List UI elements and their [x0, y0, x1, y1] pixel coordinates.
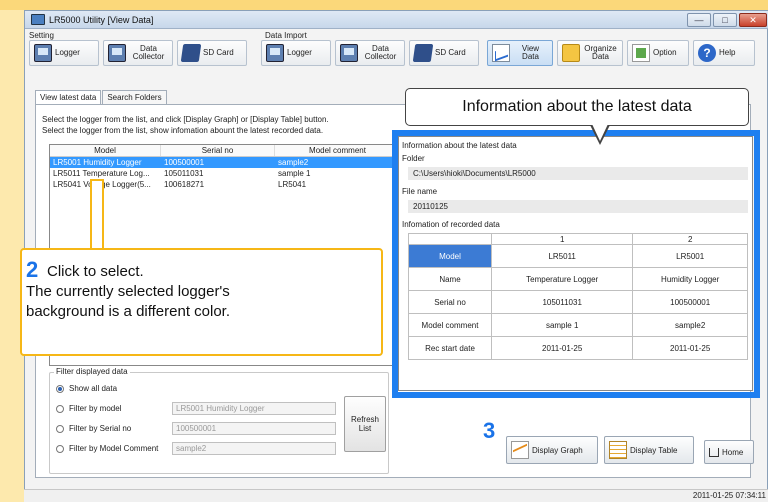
- import-collector-button[interactable]: Data Collector: [335, 40, 405, 66]
- setting-group-label: Setting: [29, 31, 54, 40]
- step2-number: 2: [26, 257, 39, 282]
- filter-serial-radio[interactable]: Filter by Serial no: [56, 424, 131, 433]
- step2-line-2: The currently selected logger's: [26, 283, 230, 300]
- organize-data-button[interactable]: Organize Data: [557, 40, 623, 66]
- import-collector-icon: [340, 44, 358, 62]
- list-header: Model Serial no Model comment: [50, 145, 401, 157]
- home-button[interactable]: Home: [704, 440, 754, 464]
- import-sd-card-icon: [412, 44, 434, 62]
- serial-select[interactable]: 100500001: [172, 422, 336, 435]
- data-import-group-label: Data Import: [265, 31, 307, 40]
- radio: [56, 424, 64, 433]
- help-button[interactable]: ? Help: [693, 40, 755, 66]
- sd-card-button[interactable]: SD Card: [177, 40, 247, 66]
- data-collector-button[interactable]: Data Collector: [103, 40, 173, 66]
- col-serial[interactable]: Serial no: [161, 145, 275, 156]
- view-data-icon: [492, 44, 510, 62]
- close-button[interactable]: ✕: [739, 13, 767, 27]
- option-button[interactable]: Option: [627, 40, 689, 66]
- col-model[interactable]: Model: [50, 145, 161, 156]
- table-icon: [609, 441, 627, 459]
- logger-button[interactable]: Logger: [29, 40, 99, 66]
- folder-icon: [562, 44, 580, 62]
- callout-pointer-fill: [592, 124, 608, 141]
- filter-comment-radio[interactable]: Filter by Model Comment: [56, 444, 158, 453]
- step2-pointer: [90, 179, 104, 251]
- logger-icon: [34, 44, 52, 62]
- instruction-line-2: Select the logger from the list, show in…: [42, 126, 324, 135]
- list-item[interactable]: LR5001 Humidity Logger 100500001 sample2: [50, 157, 401, 168]
- display-graph-button[interactable]: Display Graph: [506, 436, 598, 464]
- list-item[interactable]: LR5011 Temperature Log... 105011031 samp…: [50, 168, 401, 179]
- import-logger-button[interactable]: Logger: [261, 40, 331, 66]
- tab-strip: View latest data Search Folders: [35, 90, 168, 105]
- sd-card-icon: [180, 44, 202, 62]
- radio-selected: [56, 384, 64, 393]
- window-title: LR5000 Utility [View Data]: [49, 15, 154, 25]
- instruction-line-1: Select the logger from the list, and cli…: [42, 115, 329, 124]
- status-bar: 2011-01-25 07:34:11: [24, 489, 768, 502]
- import-logger-icon: [266, 44, 284, 62]
- filter-legend: Filter displayed data: [54, 367, 130, 376]
- info-callout-title: Information about the latest data: [405, 88, 749, 126]
- tab-search-folders[interactable]: Search Folders: [102, 90, 167, 104]
- help-icon: ?: [698, 44, 716, 62]
- title-bar: LR5000 Utility [View Data] — □ ✕: [25, 11, 768, 29]
- filter-model-radio[interactable]: Filter by model: [56, 404, 121, 413]
- comment-select[interactable]: sample2: [172, 442, 336, 455]
- graph-icon: [511, 441, 529, 459]
- app-icon: [31, 14, 45, 25]
- home-icon: [709, 447, 719, 457]
- minimize-button[interactable]: —: [687, 13, 711, 27]
- radio: [56, 404, 64, 413]
- view-data-button[interactable]: View Data: [487, 40, 553, 66]
- import-sd-card-button[interactable]: SD Card: [409, 40, 479, 66]
- data-collector-icon: [108, 44, 126, 62]
- display-table-button[interactable]: Display Table: [604, 436, 694, 464]
- col-comment[interactable]: Model comment: [275, 145, 401, 156]
- step2-line-3: background is a different color.: [26, 303, 231, 320]
- step2-callout: 2 Click to select. The currently selecte…: [20, 248, 383, 356]
- status-timestamp: 2011-01-25 07:34:11: [692, 491, 766, 500]
- maximize-button[interactable]: □: [713, 13, 737, 27]
- show-all-radio[interactable]: Show all data: [56, 384, 117, 393]
- refresh-list-button[interactable]: Refresh List: [344, 396, 386, 452]
- step2-line-1: Click to select.: [47, 263, 144, 280]
- info-highlight-frame: [392, 130, 760, 398]
- toolbar: Logger Data Collector SD Card Logger Dat…: [25, 40, 768, 70]
- radio: [56, 444, 64, 453]
- option-icon: [632, 44, 650, 62]
- background-strip: [0, 0, 768, 10]
- tab-view-latest-data[interactable]: View latest data: [35, 90, 102, 105]
- step3-number: 3: [483, 418, 496, 443]
- model-select[interactable]: LR5001 Humidity Logger: [172, 402, 336, 415]
